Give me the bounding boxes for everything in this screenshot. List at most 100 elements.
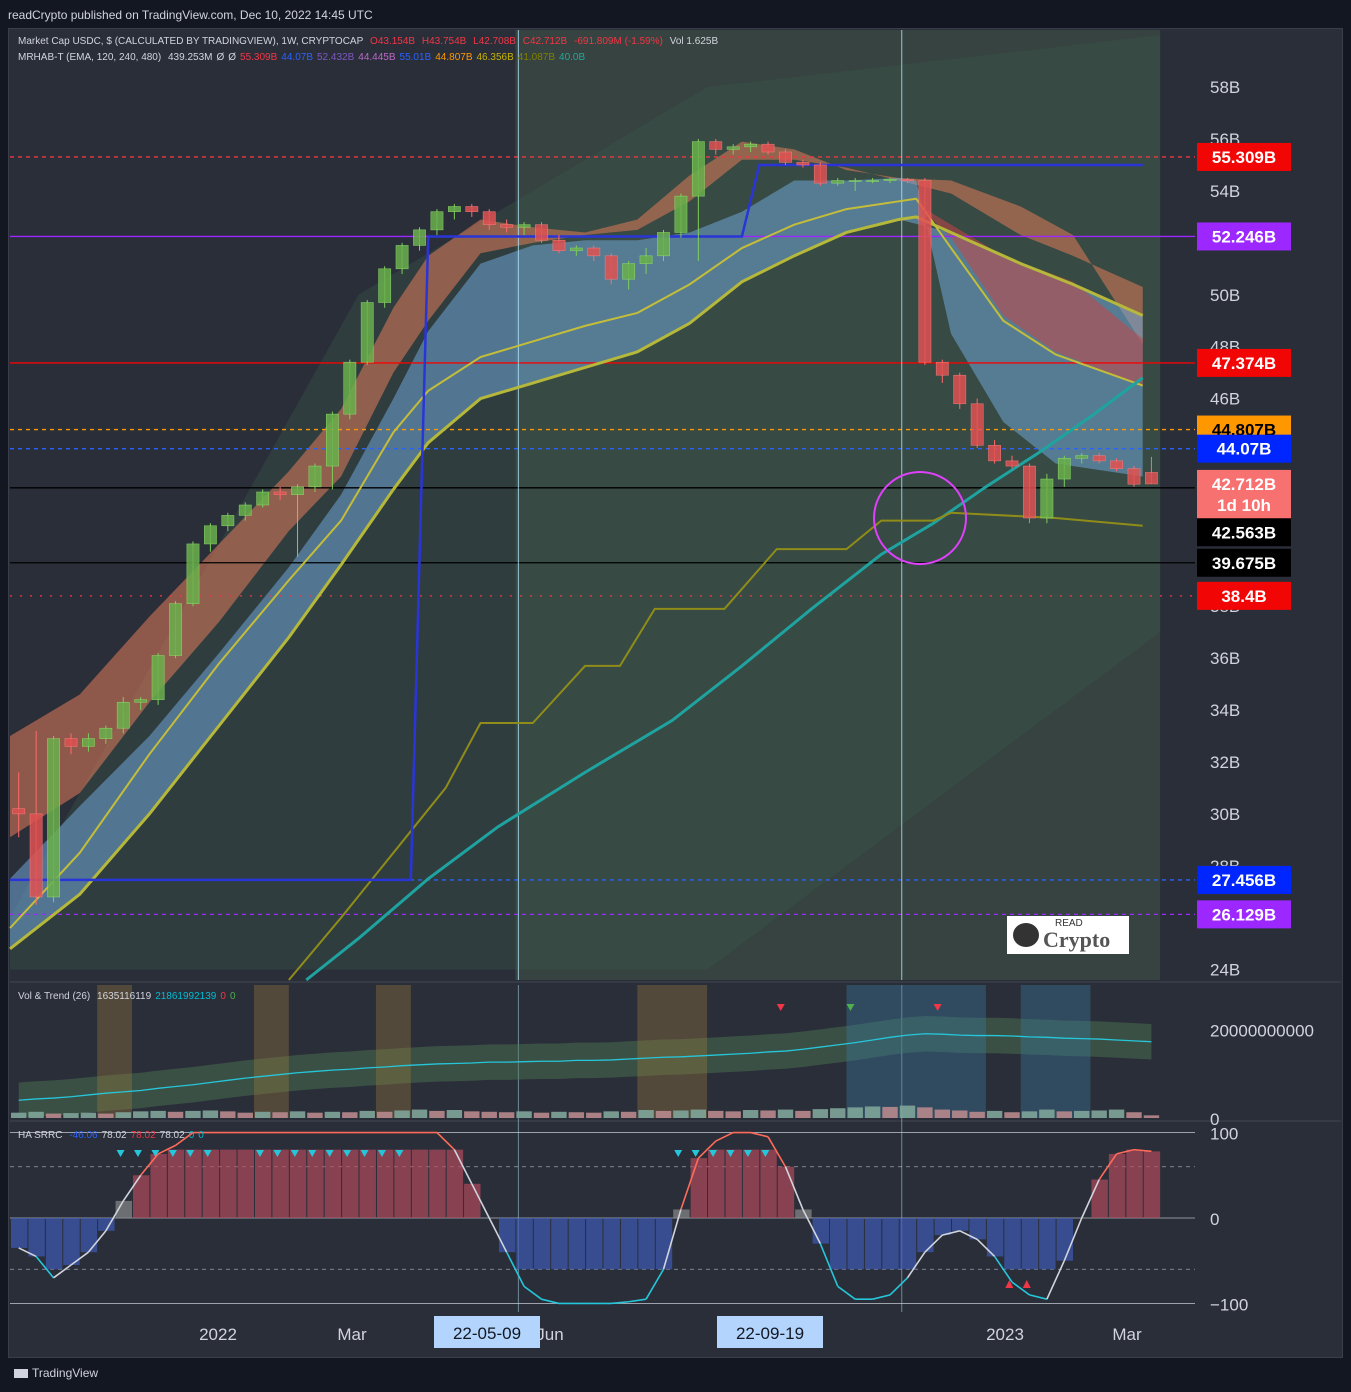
time-axis-highlight: 22-09-19 bbox=[736, 1324, 804, 1343]
volume-bar bbox=[98, 1113, 114, 1118]
volume-bar bbox=[429, 1110, 445, 1118]
volume-bar bbox=[394, 1110, 410, 1118]
candle-body bbox=[413, 229, 426, 246]
srrc-histogram-bar bbox=[411, 1149, 429, 1218]
volume-bar bbox=[254, 1111, 271, 1118]
candle-body bbox=[848, 180, 862, 182]
srrc-histogram-bar bbox=[568, 1218, 586, 1270]
footer-brand[interactable]: TradingView bbox=[14, 1366, 98, 1380]
volume-bar bbox=[777, 1109, 794, 1118]
indicator-value: 46.356B bbox=[476, 52, 514, 63]
volume-bar bbox=[603, 1111, 619, 1118]
candle-body bbox=[988, 445, 1001, 462]
volume-bar bbox=[830, 1108, 846, 1118]
srrc-histogram-bar bbox=[220, 1149, 237, 1218]
srrc-legend-value: 78.02 bbox=[159, 1130, 185, 1141]
srrc-histogram-bar bbox=[777, 1166, 795, 1218]
candle-body bbox=[1127, 468, 1141, 485]
srrc-histogram-bar bbox=[429, 1149, 446, 1218]
volume-bar bbox=[986, 1110, 1003, 1118]
candle-body bbox=[1092, 455, 1106, 462]
indicator-value: 40.0B bbox=[559, 52, 586, 63]
srrc-histogram-bar bbox=[603, 1218, 620, 1270]
candle-body bbox=[569, 247, 583, 251]
candle-body bbox=[291, 486, 304, 495]
candle-body bbox=[378, 268, 392, 303]
volume-bar bbox=[864, 1106, 881, 1118]
volume-regime-shade bbox=[97, 985, 132, 1118]
volume-bar bbox=[1074, 1110, 1090, 1118]
indicator-legend[interactable]: MRHAB-T (EMA, 120, 240, 480) 439.253M Ø Ø 5… bbox=[18, 52, 589, 63]
ohlc-close: C42.712B bbox=[522, 36, 568, 47]
volume-bar bbox=[882, 1106, 898, 1118]
volume-bar bbox=[11, 1112, 27, 1118]
volume-bar bbox=[115, 1112, 131, 1118]
indicator-value: 439.253M bbox=[167, 52, 213, 63]
volume-bar bbox=[847, 1107, 863, 1118]
chart-canvas[interactable]: 58B56B54B52B50B48B46B44B42B40B38B36B34B3… bbox=[0, 0, 1351, 1392]
srrc-histogram-bar bbox=[1056, 1218, 1074, 1261]
srrc-histogram-bar bbox=[45, 1218, 63, 1270]
candle-body bbox=[325, 413, 339, 467]
srrc-legend[interactable]: HA SRRC -46.06 78.02 78.02 78.02 0 0 bbox=[18, 1130, 208, 1141]
srrc-histogram-bar bbox=[185, 1149, 202, 1218]
candle-body bbox=[360, 302, 374, 363]
volume-bar bbox=[760, 1110, 776, 1118]
volume-bar bbox=[812, 1109, 829, 1118]
candle-body bbox=[99, 727, 113, 739]
volume-bar bbox=[742, 1110, 759, 1118]
srrc-histogram-bar bbox=[725, 1149, 742, 1218]
srrc-histogram-bar bbox=[11, 1218, 28, 1248]
srrc-histogram-bar bbox=[359, 1149, 376, 1218]
srrc-histogram-bar bbox=[830, 1218, 847, 1270]
price-label: 26.129B bbox=[1212, 905, 1276, 924]
candle-body bbox=[657, 232, 670, 257]
price-label: 27.456B bbox=[1212, 871, 1276, 890]
srrc-histogram-bar bbox=[167, 1149, 185, 1218]
indicator-value: Ø bbox=[216, 52, 225, 63]
volume-bar bbox=[237, 1112, 253, 1118]
srrc-histogram-bar bbox=[1039, 1218, 1056, 1270]
candle-body bbox=[482, 211, 496, 225]
time-axis-label: Mar bbox=[1112, 1325, 1142, 1344]
main-legend[interactable]: Market Cap USDC, $ (CALCULATED BY TRADIN… bbox=[18, 36, 722, 47]
volume-legend-value: 1635116119 bbox=[97, 991, 152, 1002]
srrc-legend-value: 78.02 bbox=[101, 1130, 127, 1141]
candle-body bbox=[744, 143, 758, 148]
indicator-value: 44.807B bbox=[435, 52, 473, 63]
srrc-histogram-bar bbox=[80, 1218, 98, 1253]
volume-bar bbox=[551, 1111, 567, 1118]
indicator-value: 55.01B bbox=[399, 52, 432, 63]
volume-bar bbox=[934, 1109, 951, 1118]
price-label: 47.374B bbox=[1212, 354, 1276, 373]
srrc-histogram-bar bbox=[446, 1149, 464, 1218]
time-axis-label: 2022 bbox=[199, 1325, 237, 1344]
candle-body bbox=[674, 195, 688, 233]
indicator-value: 55.309B bbox=[240, 52, 278, 63]
candle-body bbox=[901, 178, 914, 181]
srrc-histogram-bar bbox=[324, 1149, 342, 1218]
price-axis-tick: 54B bbox=[1210, 182, 1240, 201]
candle-body bbox=[622, 263, 636, 280]
price-label: 55.309B bbox=[1212, 148, 1276, 167]
srrc-histogram-bar bbox=[237, 1149, 254, 1218]
volume-bar bbox=[533, 1112, 550, 1118]
srrc-axis-tick: −100 bbox=[1210, 1295, 1248, 1314]
srrc-histogram-bar bbox=[1126, 1149, 1143, 1218]
volume-legend[interactable]: Vol & Trend (26) 1635116119 21861992139 0 0 bbox=[18, 991, 240, 1002]
volume-bar bbox=[638, 1110, 654, 1118]
srrc-histogram-bar bbox=[254, 1149, 272, 1218]
volume-bar bbox=[28, 1111, 44, 1118]
price-axis-tick: 50B bbox=[1210, 286, 1240, 305]
logo-icon bbox=[1013, 923, 1039, 947]
srrc-histogram-bar bbox=[864, 1218, 882, 1270]
volume-bar bbox=[185, 1110, 201, 1118]
candle-body bbox=[343, 361, 357, 415]
volume-bar bbox=[202, 1110, 219, 1118]
watermark-logo: READ Crypto bbox=[1007, 916, 1129, 954]
candle-body bbox=[151, 655, 165, 700]
price-label: 52.246B bbox=[1212, 227, 1276, 246]
volume-bar bbox=[1091, 1110, 1107, 1118]
candle-body bbox=[204, 525, 217, 545]
volume-bar bbox=[150, 1110, 166, 1118]
